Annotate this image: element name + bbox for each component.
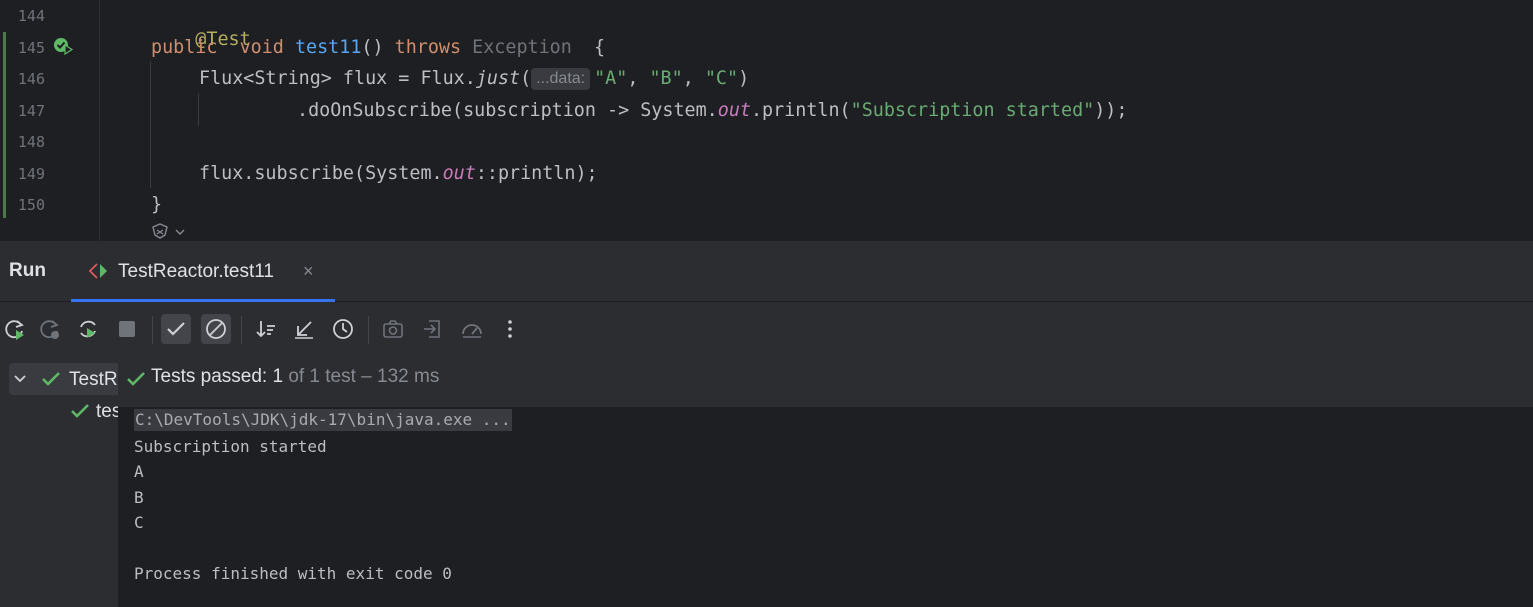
- sort-icon[interactable]: [251, 314, 281, 344]
- tree-item-label: test11: [96, 401, 118, 422]
- console-output[interactable]: Tests passed: 1 of 1 test – 132 ms C:\De…: [118, 354, 1533, 607]
- rerun-failed-icon[interactable]: [35, 314, 65, 344]
- passed-check-icon: [42, 372, 60, 386]
- console-command-line[interactable]: C:\DevTools\JDK\jdk-17\bin\java.exe ...: [134, 409, 512, 431]
- line-number: 148: [17, 133, 45, 151]
- show-passed-icon[interactable]: [161, 314, 191, 344]
- tab-selected-indicator: [71, 299, 335, 302]
- console-line: Process finished with exit code 0: [134, 564, 452, 583]
- code-line-145: public void test11() throws Exception {: [151, 37, 606, 58]
- console-line: A: [134, 462, 144, 481]
- coverage-icon[interactable]: [457, 314, 487, 344]
- passed-check-icon: [127, 372, 145, 386]
- export-icon[interactable]: [418, 314, 448, 344]
- stop-icon[interactable]: [112, 314, 142, 344]
- import-tests-icon[interactable]: [289, 314, 319, 344]
- test-status-bar: Tests passed: 1 of 1 test – 132 ms: [118, 354, 1533, 407]
- screenshot-icon[interactable]: [378, 314, 408, 344]
- tree-item-label: TestReactor: [69, 369, 118, 390]
- tree-item-test-class[interactable]: TestReactor: [9, 363, 118, 395]
- code-line-147: .doOnSubscribe(subscription -> System.ou…: [297, 100, 1128, 121]
- code-vision-icon[interactable]: [150, 221, 190, 241]
- console-line: Subscription started: [134, 437, 327, 456]
- line-number: 146: [17, 70, 45, 88]
- line-number: 147: [17, 102, 45, 120]
- close-icon[interactable]: ×: [303, 261, 314, 282]
- code-line-144: @Test: [195, 29, 251, 50]
- code-editor[interactable]: 144 145 146 147 148 149 150 @Test public…: [0, 0, 1533, 241]
- rerun-icon[interactable]: [0, 314, 30, 344]
- more-icon[interactable]: [495, 314, 525, 344]
- console-line: C: [134, 513, 144, 532]
- tests-passed-summary: Tests passed: 1 of 1 test – 132 ms: [151, 366, 440, 387]
- run-test-gutter-icon[interactable]: [52, 36, 74, 56]
- code-line-149: flux.subscribe(System.out::println);: [199, 163, 598, 184]
- tool-window-header: Run TestReactor.test11 ×: [0, 241, 1533, 302]
- parameter-hint: ...data:: [531, 68, 591, 90]
- editor-gutter: 144 145 146 147 148 149 150: [0, 0, 100, 241]
- passed-check-icon: [71, 404, 89, 418]
- chevron-down-icon[interactable]: [13, 373, 27, 385]
- code-line-150: }: [151, 194, 163, 215]
- toggle-auto-test-icon[interactable]: [73, 314, 103, 344]
- line-number: 150: [17, 196, 45, 214]
- tab-label: TestReactor.test11: [118, 261, 274, 282]
- line-number: 144: [17, 7, 45, 25]
- test-tree: TestReactor test11: [0, 354, 118, 607]
- tree-item-test-method[interactable]: test11: [70, 395, 118, 427]
- vcs-change-marker[interactable]: [3, 32, 6, 218]
- test-result-icon: [87, 261, 111, 281]
- show-ignored-icon[interactable]: [201, 314, 231, 344]
- code-line-146: Flux<String> flux = Flux.just(...data: "A…: [199, 68, 750, 90]
- tool-window-title: Run: [9, 260, 46, 281]
- history-icon[interactable]: [328, 314, 358, 344]
- run-config-tab[interactable]: TestReactor.test11 ×: [71, 241, 335, 302]
- console-line: B: [134, 488, 144, 507]
- line-number: 145: [17, 39, 45, 57]
- run-toolbar: [0, 303, 1533, 354]
- run-tool-window: Run TestReactor.test11 × TestR tes Tests…: [0, 241, 1533, 607]
- line-number: 149: [17, 165, 45, 183]
